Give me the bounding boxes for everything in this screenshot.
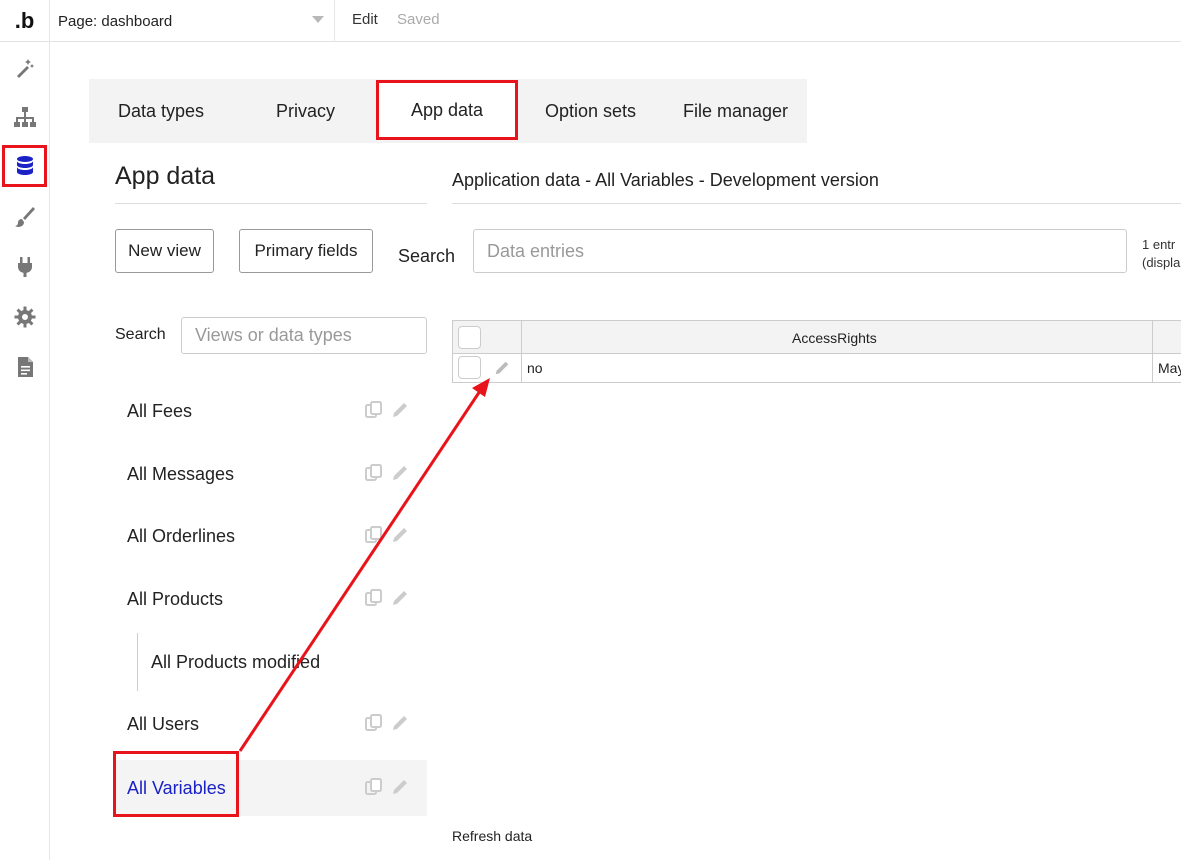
bubble-logo[interactable]: .b xyxy=(0,0,50,42)
copy-icon[interactable] xyxy=(364,525,384,545)
tab-app-data[interactable]: App data xyxy=(376,80,518,140)
list-item-all-users[interactable]: All Users xyxy=(115,696,427,752)
primary-fields-button[interactable]: Primary fields xyxy=(239,229,373,273)
list-item-label: All Products modified xyxy=(151,651,321,672)
data-tabs: Data types Privacy App data Option sets … xyxy=(89,79,807,143)
tab-privacy[interactable]: Privacy xyxy=(276,79,335,143)
pencil-icon[interactable] xyxy=(390,777,410,797)
tab-data-types[interactable]: Data types xyxy=(118,79,204,143)
divider xyxy=(115,203,427,204)
list-item-label: All Orderlines xyxy=(127,525,236,546)
tab-label: Privacy xyxy=(276,100,336,121)
list-item-label: All Products xyxy=(127,588,224,609)
entries-search-input[interactable]: Data entries xyxy=(473,229,1127,273)
new-view-button[interactable]: New view xyxy=(115,229,214,273)
pencil-icon[interactable] xyxy=(390,588,410,608)
panel-title: App data xyxy=(115,162,216,190)
pencil-icon[interactable] xyxy=(390,713,410,733)
pencil-icon[interactable] xyxy=(390,400,410,420)
list-item-label: All Fees xyxy=(127,400,193,421)
list-item-all-products-modified[interactable]: All Products modified xyxy=(137,633,427,691)
table-cell[interactable]: no xyxy=(527,360,543,376)
highlight-box xyxy=(113,751,239,817)
entries-search-label: Search xyxy=(398,246,456,266)
left-rail xyxy=(0,42,50,860)
column-header[interactable]: AccessRights xyxy=(792,330,877,346)
brush-icon[interactable] xyxy=(0,194,50,240)
pencil-icon[interactable] xyxy=(390,463,410,483)
design-icon[interactable] xyxy=(0,45,50,91)
item-actions xyxy=(364,777,410,797)
item-actions xyxy=(364,713,410,733)
list-item-all-messages[interactable]: All Messages xyxy=(115,446,427,502)
sitemap-icon[interactable] xyxy=(0,94,50,140)
list-item-all-fees[interactable]: All Fees xyxy=(115,383,427,439)
table-cell[interactable]: May xyxy=(1158,360,1181,376)
caret-down-icon xyxy=(312,16,324,23)
entries-count: 1 entr (displa xyxy=(1142,236,1180,272)
row-checkbox[interactable] xyxy=(458,356,481,379)
copy-icon[interactable] xyxy=(364,713,384,733)
entries-count-line: (displa xyxy=(1142,255,1181,270)
views-search-label: Search xyxy=(115,326,166,343)
list-item-all-orderlines[interactable]: All Orderlines xyxy=(115,508,427,564)
item-actions xyxy=(364,400,410,420)
list-item-label: All Messages xyxy=(127,463,235,484)
divider xyxy=(452,203,1181,204)
copy-icon[interactable] xyxy=(364,777,384,797)
document-icon[interactable] xyxy=(0,344,50,390)
saved-status: Saved xyxy=(397,11,440,28)
item-actions xyxy=(364,588,410,608)
table-header: AccessRights xyxy=(453,321,1181,354)
table-row: no May xyxy=(453,354,1181,383)
page-selector[interactable]: Page: dashboard xyxy=(50,0,335,42)
tab-label: App data xyxy=(410,99,484,120)
list-item-all-products[interactable]: All Products xyxy=(115,571,427,627)
settings-icon[interactable] xyxy=(0,294,50,340)
copy-icon[interactable] xyxy=(364,588,384,608)
select-all-checkbox[interactable] xyxy=(458,326,481,349)
tab-option-sets[interactable]: Option sets xyxy=(545,79,636,143)
entries-count-line: 1 entr xyxy=(1142,237,1176,252)
refresh-data-link[interactable]: Refresh data xyxy=(452,828,532,844)
copy-icon[interactable] xyxy=(364,400,384,420)
column-divider xyxy=(521,321,522,383)
page-selector-label: Page: dashboard xyxy=(58,12,173,30)
views-search-input[interactable]: Views or data types xyxy=(181,317,427,354)
edit-menu[interactable]: Edit xyxy=(352,11,378,28)
top-bar: .b Page: dashboard Edit Saved xyxy=(0,0,1181,42)
item-actions xyxy=(364,463,410,483)
plugin-icon[interactable] xyxy=(0,244,50,290)
pencil-icon[interactable] xyxy=(390,525,410,545)
copy-icon[interactable] xyxy=(364,463,384,483)
database-icon[interactable] xyxy=(2,145,47,187)
tab-file-manager[interactable]: File manager xyxy=(683,79,788,143)
tab-label: File manager xyxy=(683,100,789,121)
column-divider xyxy=(1152,321,1153,383)
data-view-title: Application data - All Variables - Devel… xyxy=(452,170,879,190)
pencil-icon[interactable] xyxy=(493,359,511,377)
list-item-label: All Users xyxy=(127,713,200,734)
tab-label: Data types xyxy=(118,100,205,121)
data-table: AccessRights no May xyxy=(452,320,1181,383)
tab-label: Option sets xyxy=(545,100,637,121)
item-actions xyxy=(364,525,410,545)
